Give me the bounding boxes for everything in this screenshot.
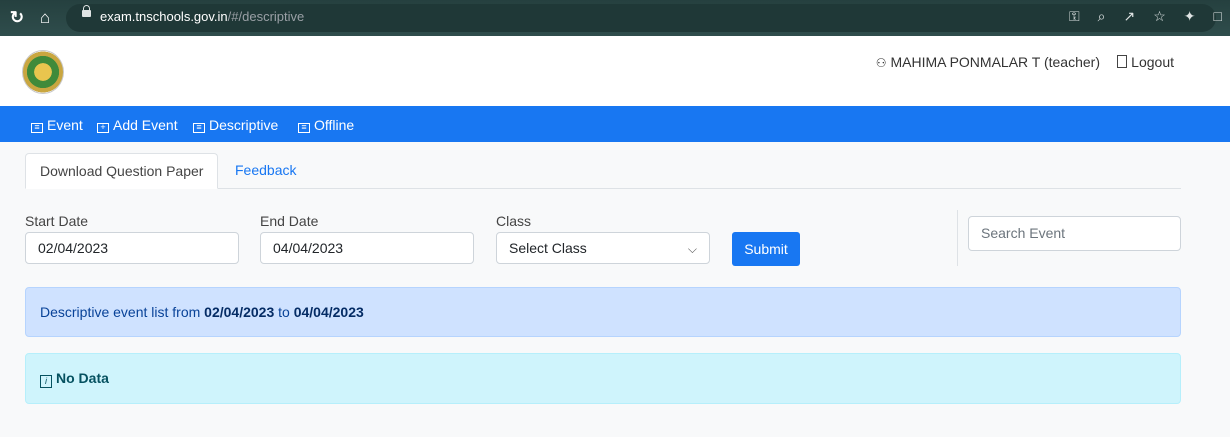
menu-label: Add Event xyxy=(113,117,178,133)
menu-label: Event xyxy=(47,117,83,133)
main-content: Download Question Paper Feedback Start D… xyxy=(25,142,1181,437)
class-select[interactable]: Select Class ⌵ xyxy=(496,232,710,264)
alert-prefix: Descriptive event list from xyxy=(40,304,205,320)
menu-add-event[interactable]: + Add Event xyxy=(97,117,178,133)
lock-icon[interactable] xyxy=(82,5,91,17)
class-label: Class xyxy=(496,213,532,229)
class-select-value: Select Class xyxy=(509,240,587,256)
tab-download-question-paper[interactable]: Download Question Paper xyxy=(25,153,219,189)
menu-label: Offline xyxy=(314,117,355,133)
menu-label: Descriptive xyxy=(209,117,279,133)
user-icon: ⚇ xyxy=(875,56,887,70)
end-date-field[interactable]: 04/04/2023 xyxy=(260,232,474,264)
list-icon: ≡ xyxy=(193,123,205,133)
start-date-label: Start Date xyxy=(25,213,89,229)
main-menu: ≡ Event + Add Event ≡ Descriptive ≡ Offline xyxy=(0,106,1230,142)
list-icon: ≡ xyxy=(31,123,43,133)
user-label: MAHIMA PONMALAR T (teacher) xyxy=(890,54,1100,70)
key-icon[interactable]: ⚿ xyxy=(1069,8,1080,25)
no-data-text: No Data xyxy=(56,370,109,386)
home-icon[interactable]: ⌂ xyxy=(34,8,56,28)
end-date-label: End Date xyxy=(260,213,319,229)
plus-box-icon: + xyxy=(97,123,109,133)
sidepanel-icon[interactable]: □ xyxy=(1214,8,1222,25)
menu-offline[interactable]: ≡ Offline xyxy=(298,117,354,133)
page-header: ⚇ MAHIMA PONMALAR T (teacher) Logout xyxy=(0,36,1230,106)
url-text[interactable]: exam.tnschools.gov.in/#/descriptive xyxy=(100,9,304,24)
tab-feedback[interactable]: Feedback xyxy=(221,153,310,187)
url-host: exam.tnschools.gov.in xyxy=(100,9,228,24)
tab-bar: Download Question Paper Feedback xyxy=(25,153,1181,189)
list-icon: ≡ xyxy=(298,123,310,133)
url-path: /#/descriptive xyxy=(227,9,305,24)
event-range-alert: Descriptive event list from 02/04/2023 t… xyxy=(25,287,1181,337)
menu-descriptive[interactable]: ≡ Descriptive xyxy=(193,117,278,133)
share-icon[interactable]: ↗ xyxy=(1124,8,1136,25)
alert-to-date: 04/04/2023 xyxy=(293,304,364,320)
logout-link[interactable]: Logout xyxy=(1117,54,1174,70)
divider xyxy=(957,210,958,266)
submit-button[interactable]: Submit xyxy=(732,232,800,266)
start-date-field[interactable]: 02/04/2023 xyxy=(25,232,239,264)
reload-icon[interactable]: ↻ xyxy=(6,8,28,28)
search-event-input[interactable]: Search Event xyxy=(968,216,1181,251)
menu-event[interactable]: ≡ Event xyxy=(31,117,83,133)
zoom-icon[interactable]: ⌕ xyxy=(1098,8,1106,25)
user-info: ⚇ MAHIMA PONMALAR T (teacher) xyxy=(876,54,1100,70)
no-data-alert: i No Data xyxy=(25,353,1181,404)
chevron-down-icon: ⌵ xyxy=(687,242,697,256)
extensions-icon[interactable]: ✦ xyxy=(1184,8,1196,25)
info-icon: i xyxy=(40,375,52,388)
alert-from-date: 02/04/2023 xyxy=(204,304,275,320)
emblem-logo xyxy=(22,50,64,94)
logout-label: Logout xyxy=(1131,54,1174,70)
alert-mid: to xyxy=(274,304,294,320)
star-icon[interactable]: ☆ xyxy=(1153,8,1166,25)
logout-icon xyxy=(1117,55,1128,68)
